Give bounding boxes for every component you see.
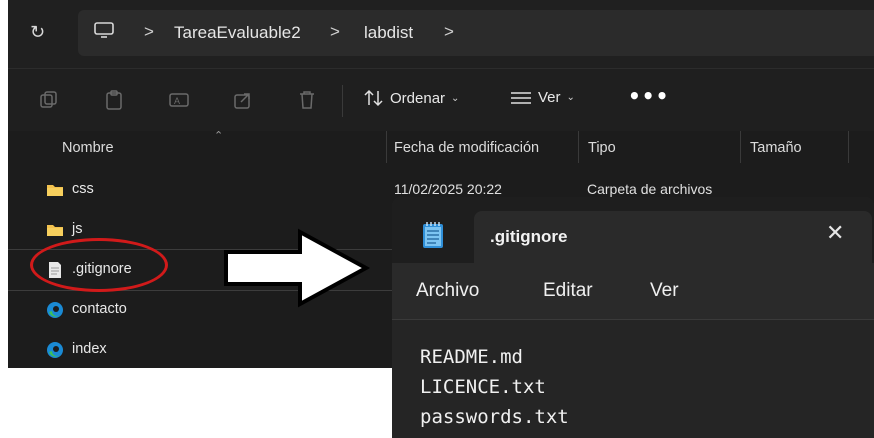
editor-line: passwords.txt [420,406,569,428]
column-header-row: ⌃ Nombre Fecha de modificación Tipo Tama… [8,129,874,167]
view-button[interactable]: Ver ⌄ [510,89,575,106]
column-divider[interactable] [386,131,387,163]
delete-icon[interactable] [296,89,318,111]
file-date: 11/02/2025 20:22 [394,181,502,197]
edge-icon [47,342,63,358]
folder-icon [47,225,63,236]
menu-ver[interactable]: Ver [650,280,679,302]
notepad-titlebar: .gitignore ✕ [392,197,874,263]
svg-text:A: A [174,96,180,106]
breadcrumb-separator: > [330,22,340,41]
column-header-type[interactable]: Tipo [588,140,616,156]
this-pc-icon[interactable] [94,22,114,38]
toolbar-divider [342,85,343,117]
chevron-down-icon: ⌄ [451,92,460,104]
edge-icon [47,302,63,318]
close-tab-button[interactable]: ✕ [826,221,844,246]
highlight-circle [30,238,168,292]
notepad-window: .gitignore ✕ Archivo Editar Ver README.m… [392,197,874,438]
sort-ascending-icon: ⌃ [214,129,224,142]
arrow-right-icon [224,228,371,308]
column-header-date[interactable]: Fecha de modificación [394,140,539,156]
editor-line: README.md [420,346,523,368]
address-bar[interactable]: > TareaEvaluable2 > labdist > [78,10,874,56]
folder-icon [47,185,63,196]
column-divider[interactable] [578,131,579,163]
file-name: index [72,341,107,357]
sort-button[interactable]: Ordenar ⌄ [364,89,459,107]
file-name: css [72,181,94,197]
notepad-menubar: Archivo Editar Ver [392,263,874,320]
sort-icon [364,89,383,107]
rename-icon[interactable]: A [168,89,190,111]
breadcrumb-tareaevaluable2[interactable]: TareaEvaluable2 [174,23,301,43]
file-type: Carpeta de archivos [587,181,713,197]
menu-editar[interactable]: Editar [543,280,593,302]
column-divider[interactable] [740,131,741,163]
editor-line: LICENCE.txt [420,376,546,398]
notepad-tab[interactable]: .gitignore ✕ [474,211,872,263]
paste-icon[interactable] [103,89,125,111]
notepad-icon [423,222,443,248]
tab-title: .gitignore [490,227,568,246]
view-label: Ver [538,89,561,106]
breadcrumb-labdist[interactable]: labdist [364,23,413,43]
file-name: js [72,221,83,237]
refresh-icon[interactable]: ↻ [30,22,45,43]
column-divider[interactable] [848,131,849,163]
view-icon [511,91,531,104]
copy-icon[interactable] [38,89,60,111]
sort-label: Ordenar [390,89,446,107]
breadcrumb-separator: > [444,22,454,41]
breadcrumb-separator: > [144,22,154,41]
menu-archivo[interactable]: Archivo [416,280,479,302]
share-icon[interactable] [232,89,254,111]
command-bar: A Ordenar ⌄ Ver ⌄ ••• [8,68,874,132]
notepad-editor[interactable]: README.md LICENCE.txt passwords.txt [392,320,874,438]
address-row: ↻ > TareaEvaluable2 > labdist > [8,0,874,68]
column-header-size[interactable]: Tamaño [750,140,802,156]
file-name: contacto [72,301,127,317]
chevron-down-icon: ⌄ [566,92,575,103]
column-header-name[interactable]: Nombre [62,140,114,156]
more-options-button[interactable]: ••• [628,84,669,108]
